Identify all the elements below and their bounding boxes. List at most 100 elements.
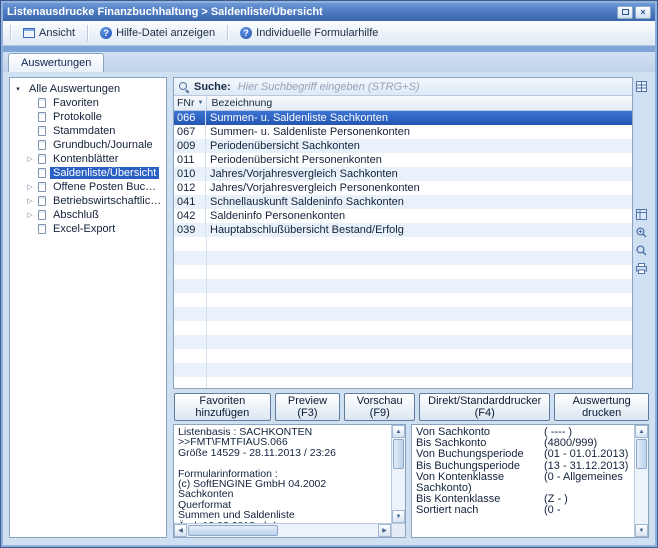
tree-item-saldenliste[interactable]: Saldenliste/Übersicht	[11, 166, 165, 180]
horizontal-scrollbar[interactable]: ◀ ▶	[174, 523, 391, 537]
column-label: Bezeichnung	[211, 97, 272, 109]
tree-item-label: Kontenblätter	[50, 153, 121, 165]
param-value: ( ---- )	[544, 426, 572, 438]
form-help-button[interactable]: ? Individuelle Formularhilfe	[233, 24, 385, 42]
form-info-panel: Listenbasis : SACHKONTEN >>FMT\FMTFIAUS.…	[173, 424, 406, 538]
table-row[interactable]: 010 Jahres/Vorjahresvergleich Sachkonten	[174, 167, 632, 181]
auswertung-drucken-button[interactable]: Auswertung drucken	[554, 393, 649, 421]
cell-bezeichnung: Summen- u. Saldenliste Sachkonten	[206, 111, 632, 125]
tree-item-label: Abschluß	[50, 209, 102, 221]
scroll-left-icon[interactable]: ◀	[174, 524, 187, 537]
tree-item-label: Stammdaten	[50, 125, 118, 137]
cell-fnr: 009	[174, 139, 206, 153]
search-input[interactable]	[236, 80, 627, 94]
tree-item-offene-posten[interactable]: ▷ Offene Posten Buchhaltung	[11, 180, 165, 194]
expand-icon[interactable]: ▷	[26, 155, 34, 163]
tree-item-label: Excel-Export	[50, 223, 118, 235]
column-options-button[interactable]	[634, 79, 648, 93]
print-button[interactable]	[634, 261, 648, 275]
table-icon	[636, 209, 647, 220]
column-header-fnr[interactable]: FNr ▼	[174, 96, 207, 110]
side-toolbar	[633, 77, 649, 389]
collapse-icon[interactable]: ▾	[14, 85, 22, 93]
tree-root[interactable]: ▾ Alle Auswertungen	[11, 81, 165, 96]
table-row[interactable]: 012 Jahres/Vorjahresvergleich Personenko…	[174, 181, 632, 195]
tree-item-betriebswirtschaftlich[interactable]: ▷ Betriebswirtschaftliche Auswertungen	[11, 194, 165, 208]
scroll-track[interactable]	[187, 524, 378, 537]
expand-icon[interactable]: ▷	[26, 211, 34, 219]
zoom-button[interactable]	[634, 243, 648, 257]
cell-bezeichnung: Jahres/Vorjahresvergleich Sachkonten	[206, 167, 632, 181]
scroll-right-icon[interactable]: ▶	[378, 524, 391, 537]
close-button[interactable]: ×	[635, 6, 651, 19]
vertical-scrollbar[interactable]: ▲ ▼	[391, 425, 405, 523]
document-icon	[38, 140, 46, 150]
table-view-button[interactable]	[634, 207, 648, 221]
table-row[interactable]: 039 Hauptabschlußübersicht Bestand/Erfol…	[174, 223, 632, 237]
vorschau-button[interactable]: Vorschau (F9)	[344, 393, 415, 421]
cell-bezeichnung: Summen- u. Saldenliste Personenkonten	[206, 125, 632, 139]
list-area: Suche: FNr ▼ Bezeichnung	[173, 77, 649, 389]
scroll-track[interactable]	[635, 438, 648, 524]
tree-item-protokolle[interactable]: Protokolle	[11, 110, 165, 124]
scroll-thumb[interactable]	[636, 439, 647, 469]
table-body: 066 Summen- u. Saldenliste Sachkonten 06…	[174, 111, 632, 237]
tab-auswertungen[interactable]: Auswertungen	[8, 53, 104, 72]
tree-item-excel-export[interactable]: Excel-Export	[11, 222, 165, 236]
main-content: ▾ Alle Auswertungen Favoriten Protokolle…	[3, 72, 655, 545]
param-label: Von Buchungsperiode	[416, 449, 544, 460]
tree-item-stammdaten[interactable]: Stammdaten	[11, 124, 165, 138]
favoriten-hinzufuegen-button[interactable]: Favoriten hinzufügen	[174, 393, 271, 421]
help-icon: ?	[240, 27, 252, 39]
tree-item-grundbuch[interactable]: Grundbuch/Journale	[11, 138, 165, 152]
table-header: FNr ▼ Bezeichnung	[174, 96, 632, 111]
form-info-text: Listenbasis : SACHKONTEN >>FMT\FMTFIAUS.…	[174, 425, 391, 523]
scroll-up-icon[interactable]: ▲	[635, 425, 648, 438]
preview-button[interactable]: Preview (F3)	[275, 393, 341, 421]
table-row[interactable]: 009 Periodenübersicht Sachkonten	[174, 139, 632, 153]
bottom-panels: Listenbasis : SACHKONTEN >>FMT\FMTFIAUS.…	[173, 424, 649, 538]
document-icon	[38, 224, 46, 234]
scroll-down-icon[interactable]: ▼	[392, 510, 405, 523]
scroll-track[interactable]	[392, 438, 405, 510]
printer-icon	[636, 263, 647, 274]
table-row[interactable]: 041 Schnellauskunft Saldeninfo Sachkonte…	[174, 195, 632, 209]
toolbar-separator	[227, 25, 228, 41]
document-icon	[38, 210, 46, 220]
scroll-thumb[interactable]	[188, 525, 278, 536]
scroll-thumb[interactable]	[393, 439, 404, 469]
expand-icon[interactable]: ▷	[26, 197, 34, 205]
maximize-button[interactable]	[617, 6, 633, 19]
table-row[interactable]: 067 Summen- u. Saldenliste Personenkonte…	[174, 125, 632, 139]
table-row[interactable]: 066 Summen- u. Saldenliste Sachkonten	[174, 111, 632, 125]
help-file-button[interactable]: ? Hilfe-Datei anzeigen	[93, 24, 222, 42]
cell-fnr: 011	[174, 153, 206, 167]
document-icon	[38, 168, 46, 178]
tree-item-kontenblaetter[interactable]: ▷ Kontenblätter	[11, 152, 165, 166]
toolbar-separator	[87, 25, 88, 41]
column-header-bezeichnung[interactable]: Bezeichnung	[207, 96, 632, 110]
scroll-up-icon[interactable]: ▲	[392, 425, 405, 438]
tree-item-label: Protokolle	[50, 111, 105, 123]
param-entry: Sortiert nach(0 -	[416, 505, 630, 516]
scroll-down-icon[interactable]: ▼	[635, 524, 648, 537]
direkt-standarddrucker-button[interactable]: Direkt/Standarddrucker (F4)	[419, 393, 550, 421]
table-row[interactable]: 011 Periodenübersicht Personenkonten	[174, 153, 632, 167]
tree-item-favoriten[interactable]: Favoriten	[11, 96, 165, 110]
tree-item-abschluss[interactable]: ▷ Abschluß	[11, 208, 165, 222]
action-button-row: Favoriten hinzufügen Preview (F3) Vorsch…	[173, 389, 649, 424]
maximize-icon	[622, 9, 629, 15]
expand-icon[interactable]: ▷	[26, 183, 34, 191]
tree-item-label: Saldenliste/Übersicht	[50, 167, 159, 179]
vertical-scrollbar[interactable]: ▲ ▼	[634, 425, 648, 537]
help-file-label: Hilfe-Datei anzeigen	[116, 27, 215, 39]
ansicht-button[interactable]: Ansicht	[16, 24, 82, 42]
zoom-in-button[interactable]	[634, 225, 648, 239]
cell-fnr: 042	[174, 209, 206, 223]
cell-fnr: 039	[174, 223, 206, 237]
toolbar: Ansicht ? Hilfe-Datei anzeigen ? Individ…	[3, 21, 655, 46]
search-label: Suche:	[194, 81, 231, 93]
table-row[interactable]: 042 Saldeninfo Personenkonten	[174, 209, 632, 223]
document-icon	[38, 182, 46, 192]
document-icon	[38, 126, 46, 136]
